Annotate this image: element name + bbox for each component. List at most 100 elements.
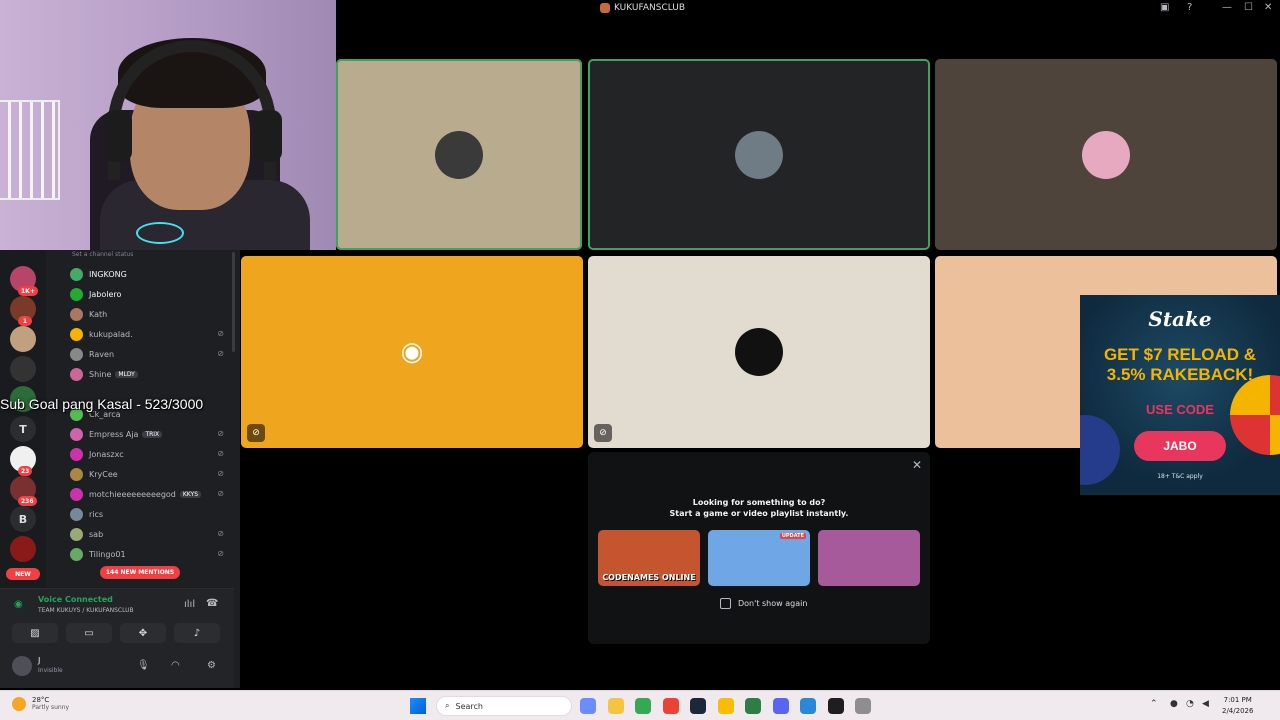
close-icon[interactable]: ✕	[912, 458, 922, 472]
taskbar-app-icon[interactable]	[607, 698, 624, 714]
member-avatar	[70, 287, 83, 301]
activities-button[interactable]: ✥	[120, 623, 166, 643]
member-name: Empress Aja	[89, 429, 139, 439]
taskbar-app-icon[interactable]	[690, 698, 706, 714]
voice-panel: ◉ Voice Connected TEAM KUKUYS / KUKUFANS…	[0, 588, 234, 648]
code-button[interactable]: JABO	[1134, 431, 1226, 461]
search-input[interactable]: ⌕ Search	[436, 696, 572, 716]
voice-member[interactable]: rics	[70, 504, 230, 524]
signal-icon[interactable]: ◉	[14, 599, 23, 610]
taskbar-app-icon[interactable]	[662, 698, 679, 714]
muted-icon: ⊘	[217, 449, 224, 458]
voice-member[interactable]: Jonaszxc ⊘	[70, 444, 230, 464]
voice-member[interactable]: KryCee ⊘	[70, 464, 230, 484]
taskbar-app-icon[interactable]	[580, 698, 596, 714]
muted-icon: ⊘	[217, 429, 224, 438]
video-tile[interactable]	[935, 59, 1277, 250]
camera-button[interactable]: ▨	[12, 623, 58, 643]
mic-icon[interactable]: 🎙︎	[137, 660, 150, 671]
headset-icon[interactable]: ◠	[171, 660, 180, 671]
voice-member[interactable]: Jabolero	[70, 284, 230, 304]
voice-member[interactable]: Kath	[70, 304, 230, 324]
stake-ad[interactable]: Stake GET $7 RELOAD & 3.5% RAKEBACK! USE…	[1080, 295, 1280, 495]
server-icon[interactable]	[10, 356, 36, 382]
weather-desc: Partly sunny	[32, 704, 70, 711]
member-avatar	[70, 447, 83, 461]
voice-member[interactable]: Tilingo01 ⊘	[70, 544, 230, 564]
participant-avatar	[735, 328, 783, 376]
taskbar-app-icon[interactable]	[800, 698, 816, 714]
member-name: KryCee	[89, 469, 118, 479]
voice-member[interactable]: INGKONG	[70, 264, 230, 284]
screen-share-icon: ▭	[84, 627, 94, 639]
game-card-banana[interactable]: UPDATE	[708, 530, 810, 586]
game-card-third[interactable]	[818, 530, 920, 586]
help-icon[interactable]: ?	[1187, 2, 1192, 13]
screen-share-icon[interactable]: ▣	[1160, 2, 1169, 13]
voice-member[interactable]: motchieeeeeeeeegod KKYS ⊘	[70, 484, 230, 504]
member-name: Raven	[89, 349, 115, 359]
taskbar-app-icon[interactable]	[717, 698, 734, 714]
voice-member[interactable]: kukupalad. ⊘	[70, 324, 230, 344]
server-mention-badge: 23	[18, 466, 33, 476]
clock[interactable]: 7:01 PM 2/4/2026	[1222, 695, 1253, 717]
volume-icon[interactable]: ◀	[1202, 699, 1209, 709]
member-clan-tag: KKYS	[179, 490, 202, 498]
wifi-icon[interactable]: ◔	[1186, 699, 1194, 709]
maximize-button[interactable]: ☐	[1244, 2, 1253, 13]
voice-member[interactable]: Shine MLDY	[70, 364, 230, 384]
close-button[interactable]: ✕	[1264, 2, 1272, 13]
video-tile[interactable]	[588, 59, 930, 250]
disconnect-icon[interactable]: ☎	[206, 598, 218, 609]
dont-show-checkbox[interactable]	[720, 598, 731, 609]
member-avatar	[70, 367, 83, 381]
taskbar-app-icon[interactable]	[635, 698, 651, 714]
windows-start-icon[interactable]	[410, 698, 426, 714]
taskbar-app-icon[interactable]	[855, 698, 871, 714]
subgoal-overlay: Sub Goal pang Kasal - 523/3000	[0, 396, 204, 412]
voice-member[interactable]: sab ⊘	[70, 524, 230, 544]
tray-chevron-icon[interactable]: ⌃	[1150, 699, 1158, 709]
voice-status[interactable]: Voice Connected	[38, 595, 113, 604]
member-avatar	[70, 547, 83, 561]
video-tile[interactable]: ◉ ⊘	[241, 256, 583, 448]
new-pill[interactable]: NEW	[6, 568, 40, 580]
member-name: Tilingo01	[89, 549, 126, 559]
voice-member[interactable]: Empress Aja TRIX ⊘	[70, 424, 230, 444]
participant-avatar	[735, 130, 783, 179]
video-tile[interactable]	[336, 59, 582, 250]
server-icon[interactable]: T	[10, 416, 36, 442]
gear-icon[interactable]: ⚙	[207, 660, 216, 671]
scrollbar[interactable]	[232, 252, 235, 352]
member-avatar	[70, 267, 83, 281]
activities-icon: ✥	[138, 627, 148, 639]
minimize-button[interactable]: —	[1222, 2, 1232, 13]
voice-member[interactable]: Raven ⊘	[70, 344, 230, 364]
taskbar-app-icon[interactable]	[745, 698, 761, 714]
tray-mic-icon[interactable]: ●	[1170, 699, 1178, 709]
avatar[interactable]	[12, 656, 32, 676]
taskbar-app-icon[interactable]	[827, 698, 844, 714]
server-icon[interactable]: B	[10, 506, 36, 532]
server-icon[interactable]	[10, 326, 36, 352]
member-name: kukupalad.	[89, 329, 133, 339]
participant-avatar	[1082, 130, 1130, 179]
dont-show-label: Don't show again	[738, 599, 808, 608]
member-name: Kath	[89, 309, 108, 319]
search-placeholder: Search	[455, 701, 483, 711]
screen-share-button[interactable]: ▭	[66, 623, 112, 643]
discord-logo-icon: ◉	[400, 337, 424, 367]
noise-suppression-icon[interactable]: ılıl	[184, 599, 195, 610]
search-icon: ⌕	[445, 701, 450, 710]
weather-widget[interactable]: 28°C Partly sunny	[12, 696, 69, 711]
server-icon[interactable]	[10, 536, 36, 562]
game-card-codenames[interactable]: CODENAMES ONLINE	[598, 530, 700, 586]
video-tile[interactable]: ⊘	[588, 256, 930, 448]
soundboard-button[interactable]: ♪	[174, 623, 220, 643]
voice-location[interactable]: TEAM KUKUYS / KUKUFANSCLUB	[38, 607, 134, 614]
channel-status-input[interactable]: Set a channel status	[72, 251, 133, 258]
new-mentions-pill[interactable]: 144 NEW MENTIONS	[100, 566, 180, 579]
username[interactable]: J	[38, 656, 40, 665]
dont-show-again[interactable]: Don't show again	[720, 598, 807, 609]
taskbar-app-icon[interactable]	[772, 698, 789, 714]
